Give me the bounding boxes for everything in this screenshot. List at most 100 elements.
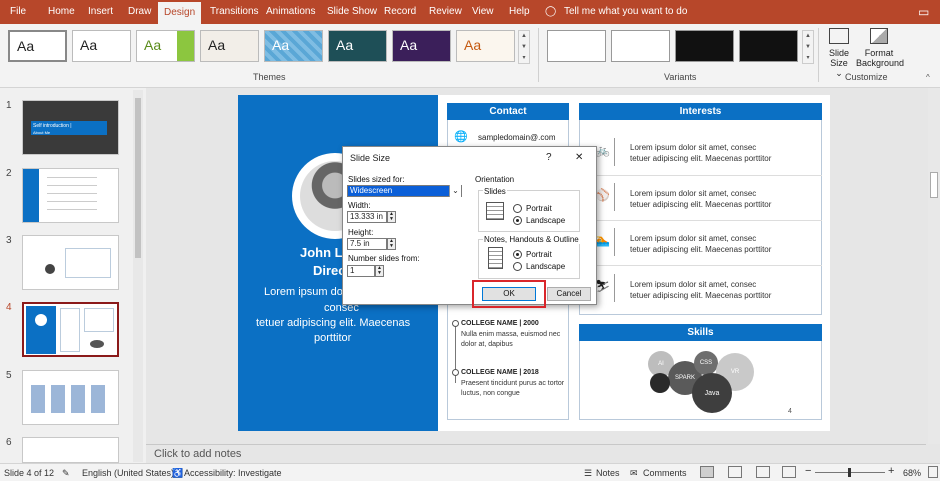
notes-landscape-radio[interactable] <box>513 262 522 271</box>
tab-help[interactable]: Help <box>509 0 530 24</box>
slide-thumbnail-3[interactable] <box>22 235 119 290</box>
chat-icon[interactable]: ▭ <box>918 0 929 24</box>
lightbulb-icon: ◯ <box>545 6 557 17</box>
globe-icon: 🌐 <box>454 131 468 143</box>
cancel-button[interactable]: Cancel <box>547 287 591 301</box>
language-status[interactable]: English (United States) <box>82 468 174 478</box>
close-icon[interactable]: ✕ <box>575 152 583 163</box>
width-input[interactable]: 13.333 in <box>347 211 387 223</box>
interest-text: Lorem ipsum dolor sit amet, consec tetuer… <box>630 280 772 300</box>
status-bar: Slide 4 of 12 ✎ English (United States) … <box>0 463 940 481</box>
skill-bubble: Java <box>692 373 732 413</box>
tell-me-search[interactable]: Tell me what you want to do <box>564 0 687 24</box>
slide-thumbnail-5[interactable] <box>22 370 119 425</box>
tab-slide-show[interactable]: Slide Show <box>327 0 377 24</box>
orientation-label: Orientation <box>475 175 515 184</box>
width-stepper[interactable]: ▲ ▼ <box>387 211 396 223</box>
slide-thumbnail-2[interactable] <box>22 168 119 223</box>
spellcheck-icon[interactable]: ✎ <box>62 468 70 479</box>
slide-size-icon <box>829 28 849 44</box>
tab-file[interactable]: File <box>10 0 26 24</box>
slide-sorter-button[interactable] <box>728 466 742 478</box>
tab-insert[interactable]: Insert <box>88 0 113 24</box>
slide-thumbnail-6[interactable] <box>22 437 119 463</box>
group-divider <box>538 28 539 82</box>
slides-sized-for-select[interactable]: Widescreen ⌄ <box>347 185 462 197</box>
dialog-title: Slide Size <box>350 153 391 163</box>
tab-transitions[interactable]: Transitions <box>210 0 259 24</box>
notes-placeholder: Click to add notes <box>154 448 242 460</box>
design-ribbon: Aa Aa Aa Aa Aa Aa Aa Aa ▲ ▼ ▾ Themes ▲ ▼ ▾ V… <box>0 24 940 88</box>
tab-view[interactable]: View <box>472 0 494 24</box>
notes-pane[interactable]: Click to add notes <box>146 444 926 463</box>
accessibility-icon: ♿ <box>172 468 184 478</box>
variant-1[interactable] <box>547 30 606 62</box>
tab-animations[interactable]: Animations <box>266 0 315 24</box>
format-background-icon <box>870 28 888 44</box>
slide-show-button[interactable] <box>782 466 796 478</box>
zoom-slider-thumb[interactable] <box>848 468 851 477</box>
thumbs-scrollbar[interactable] <box>133 90 143 462</box>
tab-review[interactable]: Review <box>429 0 462 24</box>
notes-portrait-radio[interactable] <box>513 250 522 259</box>
reading-view-button[interactable] <box>756 466 770 478</box>
notes-portrait-label: Portrait <box>526 250 552 259</box>
themes-group-label: Themes <box>253 72 286 82</box>
height-stepper[interactable]: ▲ ▼ <box>387 238 396 250</box>
accessibility-status[interactable]: Accessibility: Investigate <box>184 468 282 478</box>
ok-button[interactable]: OK <box>482 287 536 301</box>
tab-record[interactable]: Record <box>384 0 416 24</box>
timeline-dot <box>452 369 459 376</box>
themes-scroll[interactable]: ▲ ▼ ▾ <box>518 30 530 64</box>
number-from-stepper[interactable]: ▲ ▼ <box>375 265 384 277</box>
zoom-level[interactable]: 68% <box>903 468 921 478</box>
slide-size-dialog: Slide Size ? ✕ Slides sized for: Widescr… <box>342 146 597 308</box>
zoom-in-button[interactable]: + <box>888 465 894 477</box>
theme-7[interactable]: Aa <box>392 30 451 62</box>
slide-page-number: 4 <box>788 408 792 415</box>
landscape-radio[interactable] <box>513 216 522 225</box>
bio-line: Lorem ipsum do <box>264 286 343 298</box>
slide-thumbnail-4-selected[interactable] <box>22 302 119 357</box>
interest-text: Lorem ipsum dolor sit amet, consec tetuer… <box>630 234 772 254</box>
college-title: COLLEGE NAME | 2000 <box>461 320 539 327</box>
theme-4[interactable]: Aa <box>200 30 259 62</box>
help-button[interactable]: ? <box>546 152 552 163</box>
contact-title: Contact <box>447 103 569 120</box>
slide-thumbnails-pane: 1 Self introduction | About Me 2 3 4 5 6 <box>0 88 146 463</box>
chevron-down-icon[interactable]: ⌄ <box>449 185 461 197</box>
height-input[interactable]: 7.5 in <box>347 238 387 250</box>
landscape-label: Landscape <box>526 216 566 225</box>
skill-bubble: CSS <box>694 351 718 375</box>
theme-3[interactable]: Aa <box>136 30 195 62</box>
theme-6[interactable]: Aa <box>328 30 387 62</box>
editor-scrollbar[interactable] <box>928 88 940 444</box>
slides-group-label: Slides <box>483 187 507 196</box>
variant-4[interactable] <box>739 30 798 62</box>
slides-sized-for-label: Slides sized for: <box>348 175 405 184</box>
variant-3[interactable] <box>675 30 734 62</box>
portrait-radio[interactable] <box>513 204 522 213</box>
theme-office[interactable]: Aa <box>8 30 67 62</box>
tab-draw[interactable]: Draw <box>128 0 151 24</box>
height-label: Height: <box>348 228 374 237</box>
tab-home[interactable]: Home <box>48 0 75 24</box>
normal-view-button[interactable] <box>700 466 714 478</box>
theme-8[interactable]: Aa <box>456 30 515 62</box>
contact-email: sampledomain@.com <box>478 133 556 142</box>
comments-toggle[interactable]: Comments <box>643 468 687 478</box>
notes-toggle[interactable]: Notes <box>596 468 620 478</box>
skills-title: Skills <box>579 324 822 341</box>
slide-thumbnail-1[interactable]: Self introduction | About Me <box>22 100 119 155</box>
collapse-ribbon-icon[interactable]: ^ <box>926 73 930 82</box>
theme-2[interactable]: Aa <box>72 30 131 62</box>
variant-2[interactable] <box>611 30 670 62</box>
number-from-input[interactable]: 1 <box>347 265 375 277</box>
tab-design[interactable]: Design <box>158 2 202 24</box>
zoom-out-button[interactable]: − <box>805 465 811 477</box>
fit-to-window-button[interactable] <box>928 466 938 478</box>
skill-bubble-small <box>650 373 670 393</box>
profile-role: Direc <box>313 263 346 278</box>
variants-scroll[interactable]: ▲ ▼ ▾ <box>802 30 814 64</box>
theme-5[interactable]: Aa <box>264 30 323 62</box>
